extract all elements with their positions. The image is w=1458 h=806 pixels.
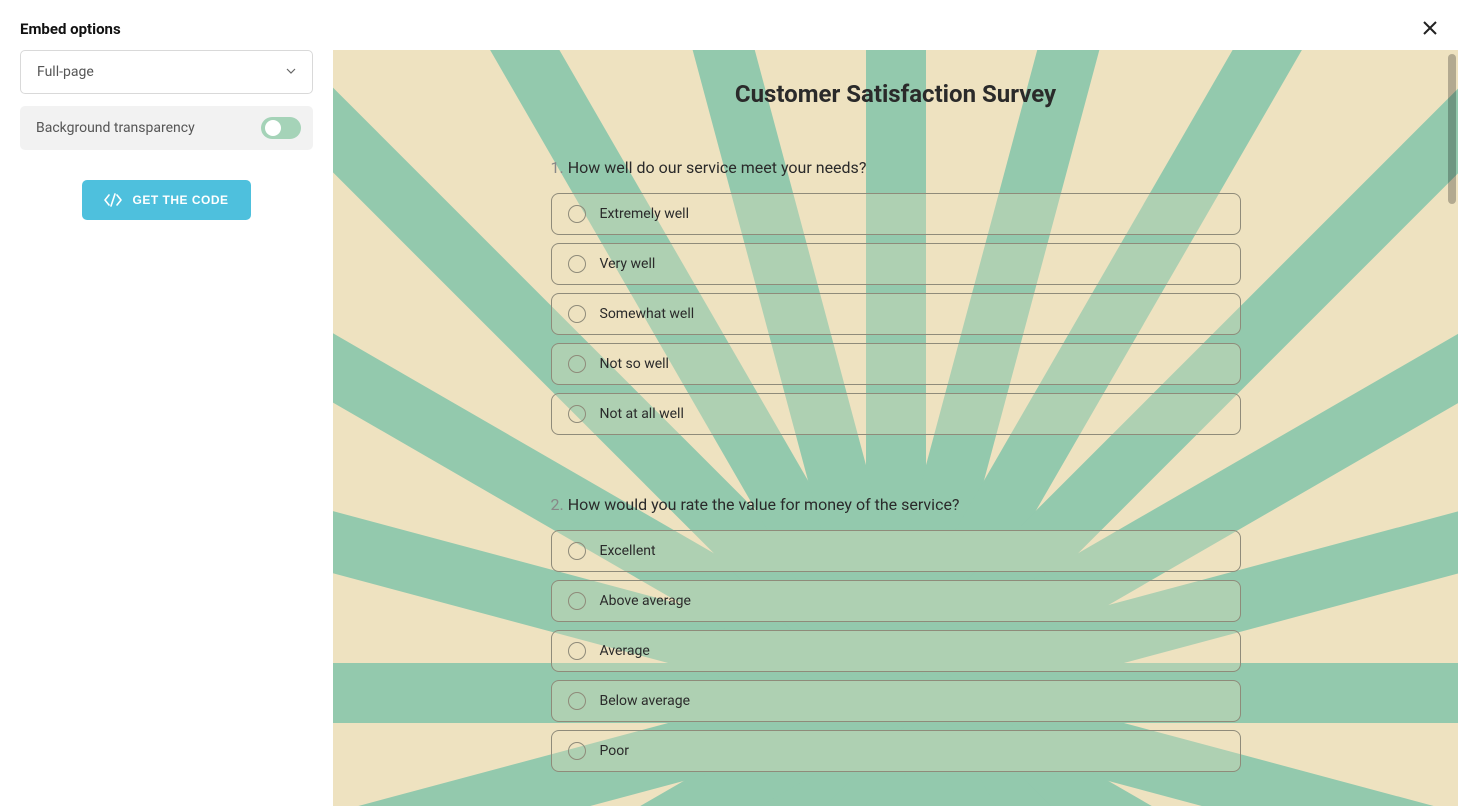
radio-icon bbox=[568, 355, 586, 373]
option-label: Excellent bbox=[600, 543, 656, 559]
question-number: 1. bbox=[551, 158, 564, 177]
get-code-button[interactable]: GET THE CODE bbox=[82, 180, 250, 220]
toggle-knob bbox=[265, 120, 281, 136]
survey-option[interactable]: Not at all well bbox=[551, 393, 1241, 435]
survey-preview: Customer Satisfaction Survey 1.How well … bbox=[333, 50, 1458, 806]
question-text: 2.How would you rate the value for money… bbox=[551, 495, 1241, 514]
chevron-down-icon bbox=[286, 67, 296, 78]
close-button[interactable] bbox=[1422, 18, 1438, 40]
radio-icon bbox=[568, 692, 586, 710]
option-label: Not so well bbox=[600, 356, 669, 372]
survey-option[interactable]: Extremely well bbox=[551, 193, 1241, 235]
radio-icon bbox=[568, 542, 586, 560]
option-label: Above average bbox=[600, 593, 691, 609]
option-label: Poor bbox=[600, 743, 629, 759]
option-label: Below average bbox=[600, 693, 691, 709]
transparency-toggle[interactable] bbox=[261, 117, 301, 139]
question-prompt: How would you rate the value for money o… bbox=[568, 495, 960, 514]
survey-option[interactable]: Above average bbox=[551, 580, 1241, 622]
question-prompt: How well do our service meet your needs? bbox=[568, 158, 867, 177]
radio-icon bbox=[568, 305, 586, 323]
radio-icon bbox=[568, 592, 586, 610]
question-number: 2. bbox=[551, 495, 564, 514]
transparency-label: Background transparency bbox=[36, 120, 195, 136]
survey-option[interactable]: Very well bbox=[551, 243, 1241, 285]
option-label: Somewhat well bbox=[600, 306, 695, 322]
radio-icon bbox=[568, 742, 586, 760]
radio-icon bbox=[568, 255, 586, 273]
panel-title: Embed options bbox=[20, 20, 121, 38]
question-text: 1.How well do our service meet your need… bbox=[551, 158, 1241, 177]
survey-option[interactable]: Average bbox=[551, 630, 1241, 672]
radio-icon bbox=[568, 642, 586, 660]
options-sidebar: Full-page Background transparency GET TH… bbox=[0, 50, 333, 806]
transparency-row: Background transparency bbox=[20, 106, 313, 150]
embed-type-select[interactable]: Full-page bbox=[20, 50, 313, 94]
option-label: Extremely well bbox=[600, 206, 689, 222]
get-code-label: GET THE CODE bbox=[132, 193, 228, 207]
survey-option[interactable]: Below average bbox=[551, 680, 1241, 722]
question-block: 1.How well do our service meet your need… bbox=[551, 158, 1241, 435]
survey-option[interactable]: Somewhat well bbox=[551, 293, 1241, 335]
option-label: Not at all well bbox=[600, 406, 684, 422]
survey-option[interactable]: Poor bbox=[551, 730, 1241, 772]
close-icon bbox=[1422, 16, 1438, 41]
option-label: Average bbox=[600, 643, 650, 659]
survey-option[interactable]: Not so well bbox=[551, 343, 1241, 385]
radio-icon bbox=[568, 405, 586, 423]
survey-title: Customer Satisfaction Survey bbox=[333, 80, 1458, 108]
radio-icon bbox=[568, 205, 586, 223]
code-icon bbox=[104, 193, 122, 207]
option-label: Very well bbox=[600, 256, 656, 272]
question-block: 2.How would you rate the value for money… bbox=[551, 495, 1241, 772]
survey-option[interactable]: Excellent bbox=[551, 530, 1241, 572]
embed-type-value: Full-page bbox=[37, 64, 94, 80]
